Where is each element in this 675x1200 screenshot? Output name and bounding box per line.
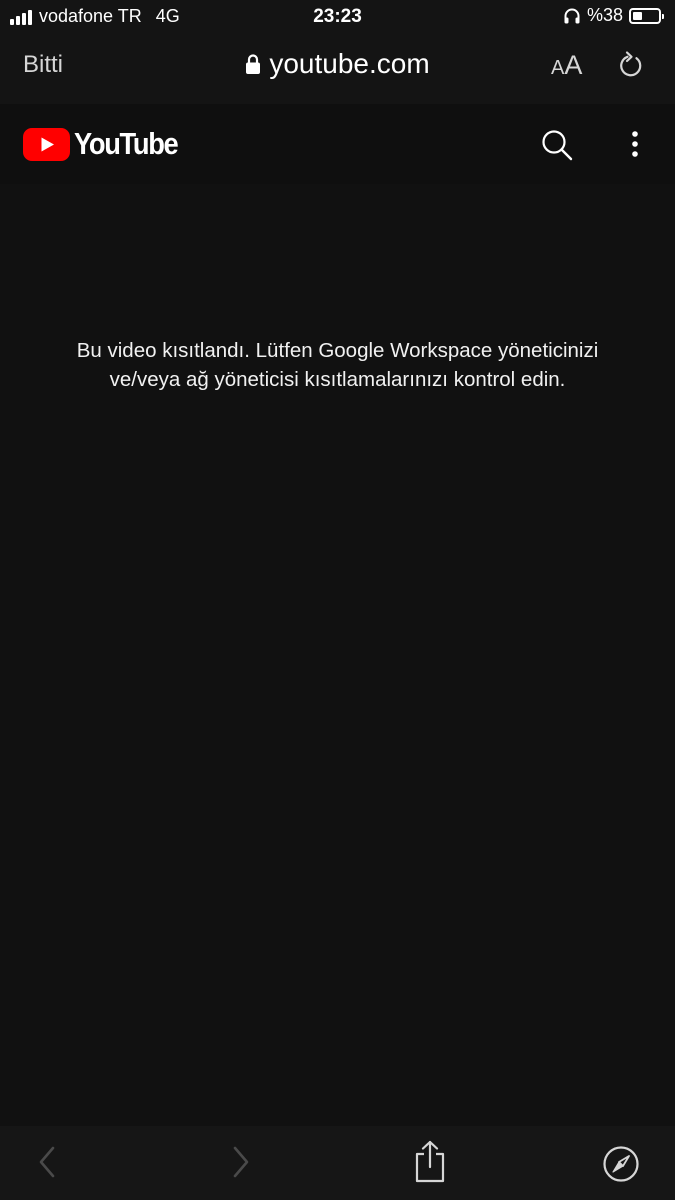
youtube-play-icon [23, 127, 70, 161]
battery-fill [633, 11, 643, 20]
share-button[interactable] [412, 1139, 448, 1188]
restricted-video-message: Bu video kısıtlandı. Lütfen Google Works… [20, 336, 655, 394]
browser-toolbar [0, 1126, 675, 1200]
search-icon [542, 130, 573, 161]
forward-arrow-icon [233, 1146, 249, 1178]
youtube-logo[interactable]: YouTube [23, 126, 192, 162]
headphones-icon [564, 8, 580, 23]
share-icon [415, 1140, 445, 1183]
more-options-button[interactable] [626, 128, 644, 167]
reload-button[interactable] [617, 50, 645, 85]
back-arrow-icon [39, 1146, 55, 1178]
youtube-wordmark: YouTube [74, 126, 179, 161]
text-size-big-glyph: A [564, 50, 583, 80]
text-size-button[interactable]: AA [551, 50, 582, 81]
compass-button[interactable] [602, 1145, 640, 1188]
status-bar: vodafone TR 4G 23:23 %38 [0, 0, 675, 34]
battery-icon [629, 7, 664, 24]
url-text: youtube.com [269, 48, 430, 79]
browser-address-bar: Bitti youtube.com AA [0, 34, 675, 104]
lock-icon [246, 54, 261, 74]
forward-button[interactable] [228, 1142, 254, 1187]
more-vertical-icon [632, 131, 638, 157]
back-button[interactable] [34, 1142, 60, 1187]
reload-icon [620, 51, 642, 77]
message-line-2: ve/veya ağ yöneticisi kısıtlamalarınızı … [109, 368, 566, 391]
compass-icon [603, 1146, 639, 1182]
youtube-header: YouTube [0, 104, 675, 184]
text-size-small-glyph: A [551, 57, 565, 79]
message-line-1: Bu video kısıtlandı. Lütfen Google Works… [76, 339, 599, 362]
battery-percentage: %38 [586, 5, 623, 25]
status-bar-right: %38 [563, 5, 664, 26]
search-button[interactable] [540, 128, 574, 167]
